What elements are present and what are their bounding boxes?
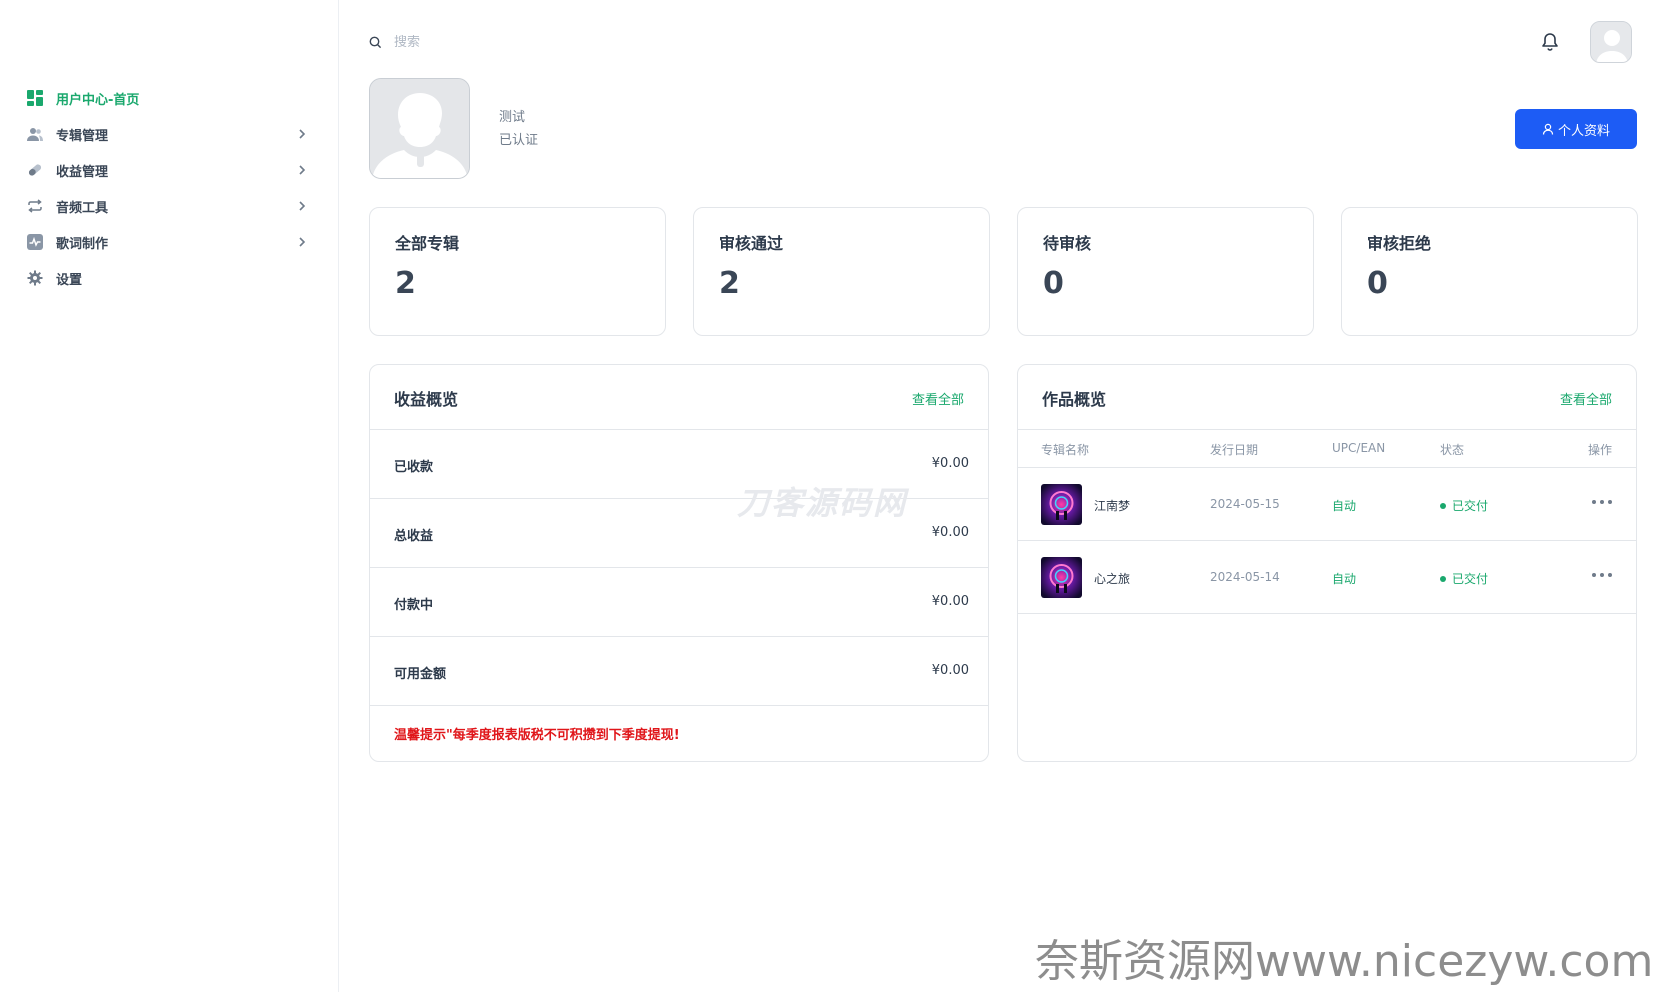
stat-card-pending: 待审核 0: [1017, 207, 1314, 336]
sidebar-item-lyrics[interactable]: 歌词制作: [26, 224, 316, 260]
sidebar-item-audio-tools[interactable]: 音频工具: [26, 188, 316, 224]
album-cover: [1041, 484, 1082, 525]
stat-value: 0: [1367, 266, 1388, 301]
earnings-label: 付款中: [394, 598, 434, 613]
panel-header: 作品概览 查看全部: [1018, 365, 1636, 430]
sidebar-item-dashboard[interactable]: 用户中心-首页: [26, 80, 316, 116]
activity-icon: [26, 233, 44, 251]
earnings-label: 已收款: [394, 460, 434, 475]
status-dot-icon: [1440, 575, 1446, 582]
stat-card-rejected: 审核拒绝 0: [1341, 207, 1638, 336]
album-cover: [1041, 557, 1082, 598]
table-row[interactable]: 江南梦 2024-05-15 自动 已交付: [1018, 468, 1636, 541]
earnings-value: ¥0.00: [931, 525, 969, 540]
stat-card-approved: 审核通过 2: [693, 207, 990, 336]
view-all-works-link[interactable]: 查看全部: [1560, 389, 1612, 408]
gear-icon: [26, 269, 44, 287]
stat-title: 审核拒绝: [1367, 234, 1432, 253]
album-name: 江南梦: [1094, 499, 1131, 513]
dashboard-icon: [26, 89, 44, 107]
chevron-right-icon: [294, 126, 310, 142]
sidebar: 用户中心-首页 专辑管理 收益管理 音频工具 歌词制作 设置: [0, 0, 339, 992]
sidebar-item-earnings[interactable]: 收益管理: [26, 152, 316, 188]
stat-title: 全部专辑: [395, 234, 460, 253]
repeat-icon: [26, 197, 44, 215]
stat-title: 审核通过: [719, 234, 784, 253]
sidebar-nav: 用户中心-首页 专辑管理 收益管理 音频工具 歌词制作 设置: [26, 80, 316, 296]
release-date: 2024-05-15: [1210, 497, 1280, 511]
chevron-right-icon: [294, 162, 310, 178]
stat-value: 0: [1043, 266, 1064, 301]
view-all-earnings-link[interactable]: 查看全部: [912, 389, 964, 408]
earnings-label: 总收益: [394, 529, 434, 544]
status-dot-icon: [1440, 502, 1446, 509]
upc-value: 自动: [1332, 572, 1357, 586]
album-name: 心之旅: [1094, 572, 1131, 586]
sidebar-item-label: 收益管理: [56, 164, 109, 180]
notification-bell-icon[interactable]: [1538, 30, 1562, 54]
earnings-overview-panel: 收益概览 查看全部 已收款 ¥0.00 总收益 ¥0.00 付款中 ¥0.00 …: [369, 364, 989, 762]
status-badge: 已交付: [1440, 570, 1488, 587]
more-actions-icon[interactable]: [1592, 568, 1612, 582]
earnings-value: ¥0.00: [931, 456, 969, 471]
table-row[interactable]: 心之旅 2024-05-14 自动 已交付: [1018, 541, 1636, 614]
status-badge: 已交付: [1440, 497, 1488, 514]
status-label: 已交付: [1452, 572, 1489, 586]
works-overview-panel: 作品概览 查看全部 专辑名称 发行日期 UPC/EAN 状态 操作 江南梦 20…: [1017, 364, 1637, 762]
stat-card-all-albums: 全部专辑 2: [369, 207, 666, 336]
search-input[interactable]: [394, 34, 634, 50]
earnings-row-available: 可用金额 ¥0.00: [370, 637, 988, 706]
search-icon: [369, 36, 382, 49]
panel-title: 收益概览: [394, 390, 459, 409]
watermark-center: 刀客源码网: [737, 484, 908, 522]
watermark-corner: 奈斯资源网www.nicezyw.com: [1035, 936, 1654, 987]
user-icon: [1542, 123, 1554, 135]
earnings-value: ¥0.00: [931, 594, 969, 609]
profile-button-label: 个人资料: [1557, 123, 1610, 139]
column-header-status: 状态: [1440, 443, 1465, 457]
status-label: 已交付: [1452, 499, 1489, 513]
sidebar-item-label: 用户中心-首页: [56, 92, 140, 108]
column-header-actions: 操作: [1587, 443, 1612, 457]
profile-avatar: [369, 78, 470, 179]
column-header-upc: UPC/EAN: [1332, 441, 1386, 455]
sidebar-item-albums[interactable]: 专辑管理: [26, 116, 316, 152]
earnings-value: ¥0.00: [931, 663, 969, 678]
release-date: 2024-05-14: [1210, 570, 1280, 584]
stat-value: 2: [719, 266, 740, 301]
sidebar-item-label: 设置: [56, 272, 83, 288]
pill-icon: [26, 161, 44, 179]
upc-value: 自动: [1332, 499, 1357, 513]
panel-title: 作品概览: [1042, 390, 1107, 409]
chevron-right-icon: [294, 234, 310, 250]
column-header-release-date: 发行日期: [1210, 443, 1259, 457]
panel-header: 收益概览 查看全部: [370, 365, 988, 430]
verification-status: 已认证: [499, 133, 539, 148]
search-bar: [369, 30, 669, 54]
profile-name: 测试: [499, 110, 526, 125]
sidebar-item-settings[interactable]: 设置: [26, 260, 316, 296]
sidebar-item-label: 专辑管理: [56, 128, 109, 144]
more-actions-icon[interactable]: [1592, 495, 1612, 509]
stat-title: 待审核: [1043, 234, 1092, 253]
earnings-row-paying: 付款中 ¥0.00: [370, 568, 988, 637]
column-header-album-name: 专辑名称: [1041, 443, 1090, 457]
table-header: 专辑名称 发行日期 UPC/EAN 状态 操作: [1018, 430, 1636, 468]
earnings-label: 可用金额: [394, 667, 447, 682]
user-avatar[interactable]: [1590, 21, 1632, 63]
profile-button[interactable]: 个人资料: [1515, 109, 1637, 149]
chevron-right-icon: [294, 198, 310, 214]
sidebar-item-label: 音频工具: [56, 200, 109, 216]
stat-value: 2: [395, 266, 416, 301]
sidebar-item-label: 歌词制作: [56, 236, 109, 252]
users-icon: [26, 125, 44, 143]
warning-tip: 温馨提示"每季度报表版税不可积攒到下季度提现!: [394, 728, 680, 743]
